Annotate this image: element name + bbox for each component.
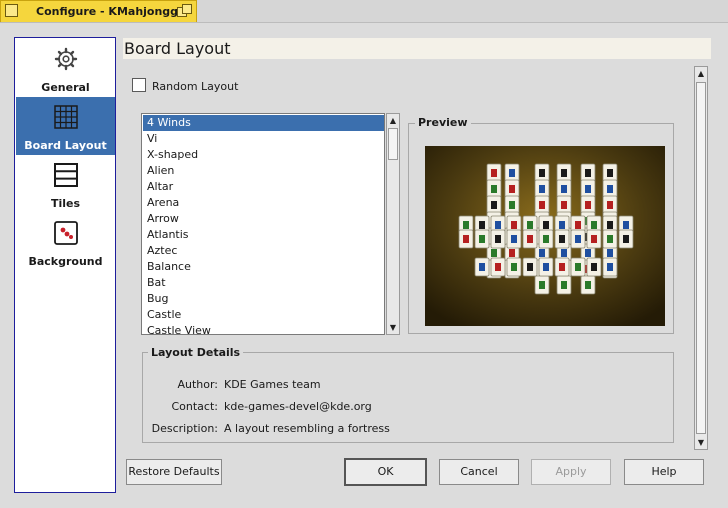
scroll-down-icon[interactable]: ▼ [696, 439, 706, 447]
description-value: A layout resembling a fortress [224, 422, 390, 435]
sidebar-item-label: General [41, 81, 90, 94]
background-icon [54, 221, 78, 245]
sidebar-item-general[interactable]: General [16, 39, 115, 97]
list-item[interactable]: Alien [143, 163, 384, 179]
list-item[interactable]: Vi [143, 131, 384, 147]
restore-defaults-button[interactable]: Restore Defaults [126, 459, 222, 485]
sidebar-item-background[interactable]: Background [16, 213, 115, 271]
window-menu-icon[interactable] [5, 4, 18, 17]
description-label: Description: [151, 422, 218, 435]
sidebar-item-board-layout[interactable]: Board Layout [16, 97, 115, 155]
list-item[interactable]: Balance [143, 259, 384, 275]
sidebar-item-label: Board Layout [24, 139, 107, 152]
list-item[interactable]: Arena [143, 195, 384, 211]
author-label: Author: [177, 378, 218, 391]
apply-button[interactable]: Apply [531, 459, 611, 485]
help-button[interactable]: Help [624, 459, 704, 485]
list-item[interactable]: Arrow [143, 211, 384, 227]
layout-details-title: Layout Details [148, 346, 244, 359]
scroll-up-icon[interactable]: ▲ [696, 70, 706, 78]
layout-list-scroll-thumb[interactable] [388, 128, 398, 160]
maximize-icon[interactable] [177, 4, 192, 18]
page-scroll-thumb[interactable] [696, 82, 706, 434]
list-item[interactable]: Bat [143, 275, 384, 291]
list-item[interactable]: Atlantis [143, 227, 384, 243]
list-item[interactable]: Bug [143, 291, 384, 307]
ok-button[interactable]: OK [344, 458, 427, 486]
gear-icon [54, 47, 78, 71]
list-item[interactable]: Castle [143, 307, 384, 323]
author-value: KDE Games team [224, 378, 321, 391]
scroll-down-icon[interactable]: ▼ [388, 324, 398, 332]
contact-label: Contact: [171, 400, 218, 413]
scroll-up-icon[interactable]: ▲ [388, 117, 398, 125]
list-item[interactable]: Castle View [143, 323, 384, 334]
sidebar-item-label: Tiles [50, 197, 81, 210]
layout-list[interactable]: 4 Winds Vi X-shaped Alien Altar Arena Ar… [141, 113, 385, 335]
list-item[interactable]: Altar [143, 179, 384, 195]
list-item[interactable]: 4 Winds [143, 115, 384, 131]
sidebar-item-label: Background [28, 255, 103, 268]
sidebar-item-tiles[interactable]: Tiles [16, 155, 115, 213]
layout-preview-image [425, 146, 665, 326]
random-layout-label[interactable]: Random Layout [152, 80, 238, 93]
list-item[interactable]: X-shaped [143, 147, 384, 163]
category-sidebar: General Board Layout Tiles Background [14, 37, 116, 493]
list-item[interactable]: Aztec [143, 243, 384, 259]
window-title: Configure - KMahjongg [36, 5, 179, 18]
contact-value: kde-games-devel@kde.org [224, 400, 372, 413]
layout-details-group [142, 352, 674, 443]
random-layout-checkbox[interactable] [132, 78, 146, 92]
grid-icon [54, 105, 78, 129]
page-title: Board Layout [123, 38, 711, 59]
tiles-icon [54, 163, 78, 187]
preview-title: Preview [415, 116, 471, 129]
cancel-button[interactable]: Cancel [439, 459, 519, 485]
